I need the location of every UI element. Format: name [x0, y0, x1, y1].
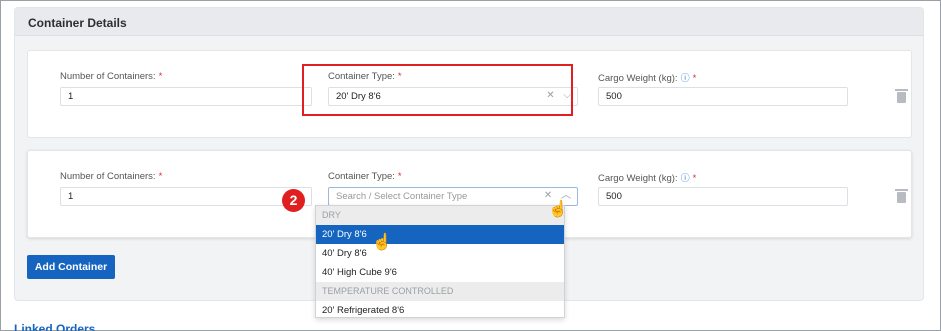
- trash-icon[interactable]: [895, 189, 908, 203]
- number-of-containers-input[interactable]: 1: [60, 187, 312, 206]
- section-title: Container Details: [28, 16, 127, 30]
- dropdown-option[interactable]: 40' High Cube 9'6: [316, 263, 564, 282]
- cargo-weight-label: Cargo Weight (kg): ⓘ *: [598, 73, 697, 84]
- container-type-placeholder: Search / Select Container Type: [336, 191, 468, 202]
- required-mark: *: [692, 73, 697, 84]
- required-mark: *: [158, 71, 163, 82]
- info-icon[interactable]: ⓘ: [681, 173, 690, 183]
- required-mark: *: [397, 171, 402, 182]
- dropdown-option[interactable]: 20' Dry 8'6: [316, 225, 564, 244]
- number-of-containers-input[interactable]: 1: [60, 87, 312, 106]
- cargo-weight-input[interactable]: 500: [598, 187, 848, 206]
- container-type-label: Container Type: *: [328, 171, 402, 182]
- dropdown-option[interactable]: 40' Dry 8'6: [316, 244, 564, 263]
- trash-icon[interactable]: [895, 89, 908, 103]
- container-type-search-input[interactable]: Search / Select Container Type ✕ ︿: [328, 187, 578, 206]
- hand-pointer-icon: ☝: [548, 201, 568, 218]
- number-of-containers-label: Number of Containers: *: [60, 71, 163, 82]
- hand-pointer-icon: ☝: [372, 234, 392, 251]
- dropdown-group-label: DRY: [316, 206, 564, 225]
- cargo-weight-label: Cargo Weight (kg): ⓘ *: [598, 173, 697, 184]
- step-badge: 2: [282, 189, 305, 212]
- number-of-containers-label: Number of Containers: *: [60, 171, 163, 182]
- add-container-button[interactable]: Add Container: [27, 255, 115, 279]
- cargo-weight-input[interactable]: 500: [598, 87, 848, 106]
- linked-orders-heading: Linked Orders: [14, 322, 96, 331]
- highlight-box: [302, 64, 573, 116]
- container-type-dropdown: DRY 20' Dry 8'6 40' Dry 8'6 40' High Cub…: [315, 205, 565, 318]
- dropdown-group-label: TEMPERATURE CONTROLLED: [316, 282, 564, 301]
- info-icon[interactable]: ⓘ: [681, 73, 690, 83]
- required-mark: *: [158, 171, 163, 182]
- dropdown-option[interactable]: 20' Refrigerated 8'6: [316, 301, 564, 320]
- required-mark: *: [692, 173, 697, 184]
- panel-header: Container Details: [15, 8, 923, 36]
